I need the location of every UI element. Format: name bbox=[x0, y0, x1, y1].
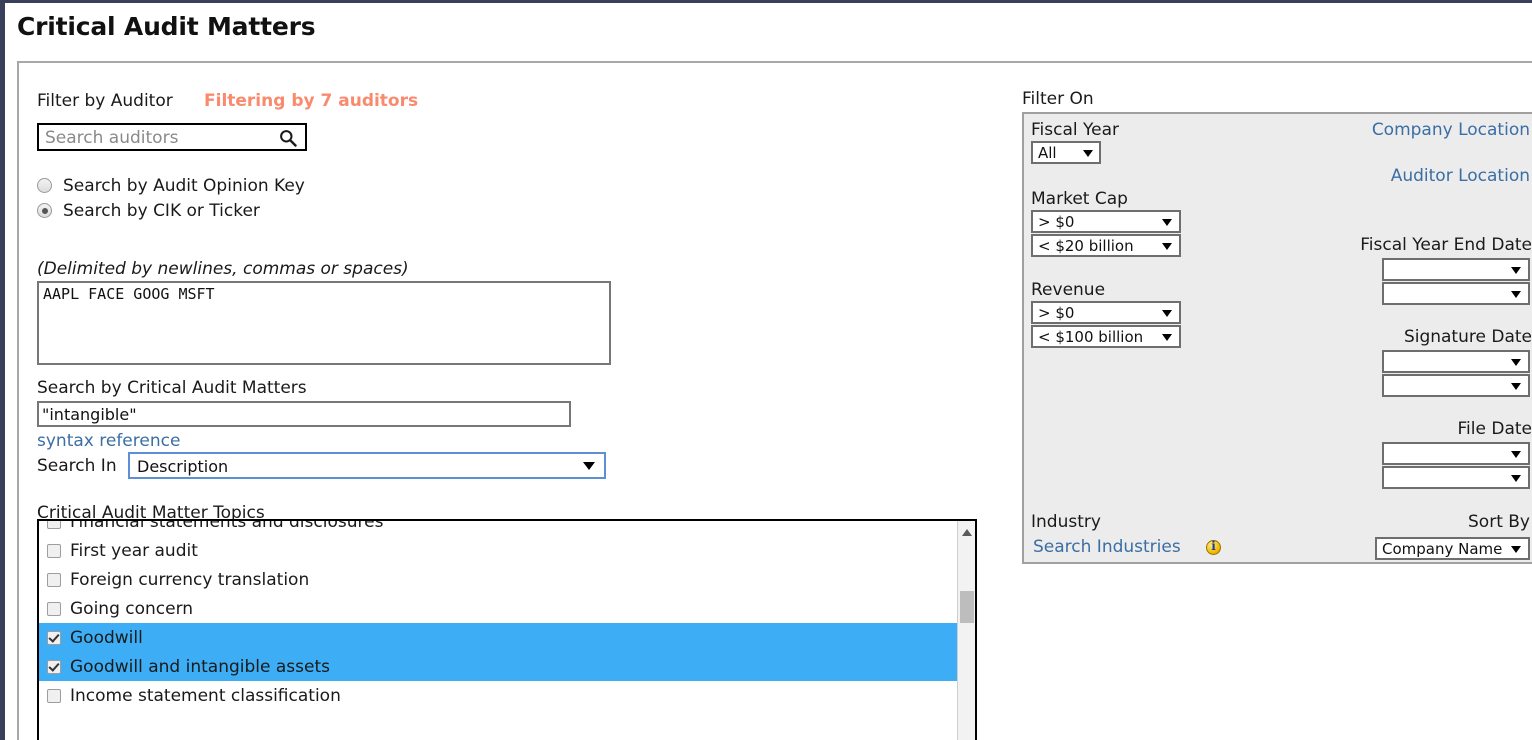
topics-listbox[interactable]: Financial statements and disclosures Fir… bbox=[37, 519, 977, 740]
chevron-down-icon bbox=[1511, 546, 1521, 553]
list-item-label: First year audit bbox=[70, 540, 198, 561]
market-cap-max-value: < $20 billion bbox=[1038, 237, 1134, 255]
info-icon[interactable] bbox=[1206, 539, 1221, 555]
company-location-link[interactable]: Company Location bbox=[1372, 120, 1530, 140]
fiscal-year-value: All bbox=[1038, 144, 1057, 162]
scrollbar[interactable] bbox=[957, 521, 975, 740]
list-item[interactable]: Goodwill bbox=[39, 623, 957, 652]
search-industries-link[interactable]: Search Industries bbox=[1033, 537, 1181, 557]
checkbox[interactable] bbox=[47, 630, 61, 645]
list-item-label: Foreign currency translation bbox=[70, 569, 310, 590]
auditor-search-box[interactable] bbox=[37, 123, 307, 151]
chevron-down-icon bbox=[1162, 243, 1172, 250]
filtering-status-text: Filtering by 7 auditors bbox=[204, 91, 419, 111]
search-in-dropdown[interactable]: Description bbox=[128, 452, 606, 479]
filter-on-label: Filter On bbox=[1022, 89, 1094, 109]
cam-search-label: Search by Critical Audit Matters bbox=[37, 378, 307, 398]
list-item[interactable]: Foreign currency translation bbox=[39, 565, 957, 594]
radio-option-audit-opinion-key[interactable]: Search by Audit Opinion Key bbox=[37, 176, 305, 196]
search-icon[interactable] bbox=[279, 129, 297, 147]
industry-label: Industry bbox=[1031, 512, 1101, 532]
revenue-label: Revenue bbox=[1031, 280, 1106, 300]
checkbox[interactable] bbox=[47, 521, 61, 529]
chevron-down-icon bbox=[1162, 219, 1172, 226]
list-item[interactable]: First year audit bbox=[39, 536, 957, 565]
list-item-label: Financial statements and disclosures bbox=[70, 519, 384, 532]
scrollbar-thumb[interactable] bbox=[960, 591, 974, 623]
list-item-label: Income statement classification bbox=[70, 685, 341, 706]
market-cap-max-dropdown[interactable]: < $20 billion bbox=[1031, 234, 1181, 257]
signature-date-to-dropdown[interactable] bbox=[1382, 374, 1530, 397]
file-date-from-dropdown[interactable] bbox=[1382, 442, 1530, 465]
radio-button-audit-opinion-key[interactable] bbox=[37, 178, 52, 193]
syntax-reference-link[interactable]: syntax reference bbox=[37, 431, 180, 451]
chevron-down-icon bbox=[1511, 267, 1521, 274]
radio-label-cik-or-ticker: Search by CIK or Ticker bbox=[63, 201, 260, 221]
cam-search-input[interactable] bbox=[37, 401, 571, 427]
list-item[interactable]: Financial statements and disclosures bbox=[39, 519, 957, 536]
market-cap-label: Market Cap bbox=[1031, 189, 1128, 209]
revenue-min-dropdown[interactable]: > $0 bbox=[1031, 301, 1181, 324]
filter-on-panel: Fiscal Year All Market Cap > $0 < $20 bi… bbox=[1022, 112, 1532, 564]
radio-button-cik-or-ticker[interactable] bbox=[37, 203, 52, 218]
chevron-down-icon bbox=[1511, 383, 1521, 390]
chevron-down-icon bbox=[1511, 359, 1521, 366]
page-title: Critical Audit Matters bbox=[17, 12, 316, 41]
checkbox[interactable] bbox=[47, 659, 61, 674]
chevron-down-icon bbox=[1083, 150, 1093, 157]
chevron-down-icon bbox=[1511, 475, 1521, 482]
fiscal-year-end-to-dropdown[interactable] bbox=[1382, 282, 1530, 305]
fiscal-year-dropdown[interactable]: All bbox=[1031, 141, 1101, 164]
checkbox[interactable] bbox=[47, 543, 61, 558]
search-in-value: Description bbox=[137, 457, 229, 476]
search-in-label: Search In bbox=[37, 456, 117, 476]
list-item[interactable]: Goodwill and intangible assets bbox=[39, 652, 957, 681]
market-cap-min-value: > $0 bbox=[1038, 213, 1075, 231]
scroll-up-icon[interactable] bbox=[962, 529, 972, 536]
fiscal-year-label: Fiscal Year bbox=[1031, 120, 1120, 140]
revenue-max-value: < $100 billion bbox=[1038, 328, 1144, 346]
radio-label-audit-opinion-key: Search by Audit Opinion Key bbox=[63, 176, 305, 196]
list-item[interactable]: Income statement classification bbox=[39, 681, 957, 710]
market-cap-min-dropdown[interactable]: > $0 bbox=[1031, 210, 1181, 233]
chevron-down-icon bbox=[583, 462, 595, 470]
sort-by-label: Sort By bbox=[1468, 512, 1530, 532]
chevron-down-icon bbox=[1511, 451, 1521, 458]
sort-by-dropdown[interactable]: Company Name bbox=[1375, 537, 1530, 560]
list-item-label: Goodwill and intangible assets bbox=[70, 656, 330, 677]
filter-by-auditor-label: Filter by Auditor bbox=[37, 91, 173, 111]
revenue-min-value: > $0 bbox=[1038, 304, 1075, 322]
list-item-label: Goodwill bbox=[70, 627, 143, 648]
list-item-label: Going concern bbox=[70, 598, 194, 619]
file-date-label: File Date bbox=[1457, 419, 1532, 439]
checkbox[interactable] bbox=[47, 601, 61, 616]
signature-date-label: Signature Date bbox=[1403, 327, 1532, 347]
checkbox[interactable] bbox=[47, 572, 61, 587]
delimiter-hint: (Delimited by newlines, commas or spaces… bbox=[37, 259, 409, 279]
chevron-down-icon bbox=[1511, 291, 1521, 298]
radio-option-cik-or-ticker[interactable]: Search by CIK or Ticker bbox=[37, 201, 260, 221]
topics-list: Financial statements and disclosures Fir… bbox=[39, 519, 957, 710]
chevron-down-icon bbox=[1162, 310, 1172, 317]
revenue-max-dropdown[interactable]: < $100 billion bbox=[1031, 325, 1181, 348]
app-window: Critical Audit Matters Filter by Auditor… bbox=[0, 0, 1532, 740]
list-item[interactable]: Going concern bbox=[39, 594, 957, 623]
file-date-to-dropdown[interactable] bbox=[1382, 466, 1530, 489]
ticker-input[interactable] bbox=[37, 281, 611, 365]
checkbox[interactable] bbox=[47, 688, 61, 703]
sort-by-value: Company Name bbox=[1382, 540, 1503, 558]
signature-date-from-dropdown[interactable] bbox=[1382, 350, 1530, 373]
fiscal-year-end-from-dropdown[interactable] bbox=[1382, 258, 1530, 281]
chevron-down-icon bbox=[1162, 334, 1172, 341]
fiscal-year-end-date-label: Fiscal Year End Date bbox=[1360, 235, 1532, 255]
auditor-location-link[interactable]: Auditor Location bbox=[1391, 166, 1530, 186]
search-input[interactable] bbox=[43, 126, 258, 150]
